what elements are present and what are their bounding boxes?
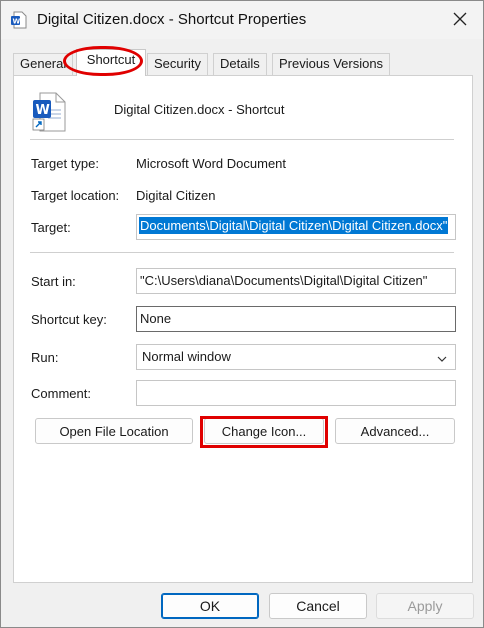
tab-details[interactable]: Details xyxy=(213,53,267,75)
chevron-down-icon xyxy=(437,352,447,362)
divider xyxy=(30,139,454,140)
word-shortcut-icon: W xyxy=(32,92,66,132)
start-in-label: Start in: xyxy=(31,274,76,289)
close-icon xyxy=(453,12,467,29)
tab-previous-versions[interactable]: Previous Versions xyxy=(272,53,391,75)
target-type-value: Microsoft Word Document xyxy=(136,156,287,171)
tab-general[interactable]: General xyxy=(13,53,74,75)
shortcut-key-label: Shortcut key: xyxy=(31,312,107,327)
ok-button[interactable]: OK xyxy=(161,593,259,619)
comment-label: Comment: xyxy=(31,386,91,401)
run-label: Run: xyxy=(31,350,59,365)
shortcut-panel: W Digital Citizen.docx - Shortcut Target… xyxy=(13,75,473,583)
run-selected-value: Normal window xyxy=(142,349,231,364)
target-location-label: Target location: xyxy=(31,188,120,203)
properties-dialog: W Digital Citizen.docx - Shortcut Proper… xyxy=(0,0,484,628)
comment-input[interactable] xyxy=(136,380,456,406)
target-label: Target: xyxy=(31,220,71,235)
apply-button[interactable]: Apply xyxy=(376,593,474,619)
tab-security[interactable]: Security xyxy=(147,53,208,75)
shortcut-key-input[interactable]: None xyxy=(136,306,456,332)
close-button[interactable] xyxy=(437,1,483,39)
target-input[interactable]: Documents\Digital\Digital Citizen\Digita… xyxy=(136,214,456,240)
title-bar: W Digital Citizen.docx - Shortcut Proper… xyxy=(1,1,483,39)
word-document-icon: W xyxy=(11,11,27,29)
change-icon-button[interactable]: Change Icon... xyxy=(204,418,324,444)
target-type-label: Target type: xyxy=(31,156,99,171)
divider xyxy=(30,252,454,253)
shortcut-name: Digital Citizen.docx - Shortcut xyxy=(114,102,285,117)
window-title: Digital Citizen.docx - Shortcut Properti… xyxy=(37,11,307,28)
cancel-button[interactable]: Cancel xyxy=(269,593,367,619)
advanced-button[interactable]: Advanced... xyxy=(335,418,455,444)
open-file-location-button[interactable]: Open File Location xyxy=(35,418,193,444)
target-location-value: Digital Citizen xyxy=(136,188,216,203)
tab-strip: General Shortcut Security Details Previo… xyxy=(13,49,473,76)
svg-text:W: W xyxy=(13,18,21,26)
svg-text:W: W xyxy=(36,103,50,118)
run-select[interactable]: Normal window xyxy=(136,344,456,370)
start-in-input[interactable]: "C:\Users\diana\Documents\Digital\Digita… xyxy=(136,268,456,294)
tab-shortcut[interactable]: Shortcut xyxy=(76,49,146,76)
target-selected-text: Documents\Digital\Digital Citizen\Digita… xyxy=(139,217,449,234)
